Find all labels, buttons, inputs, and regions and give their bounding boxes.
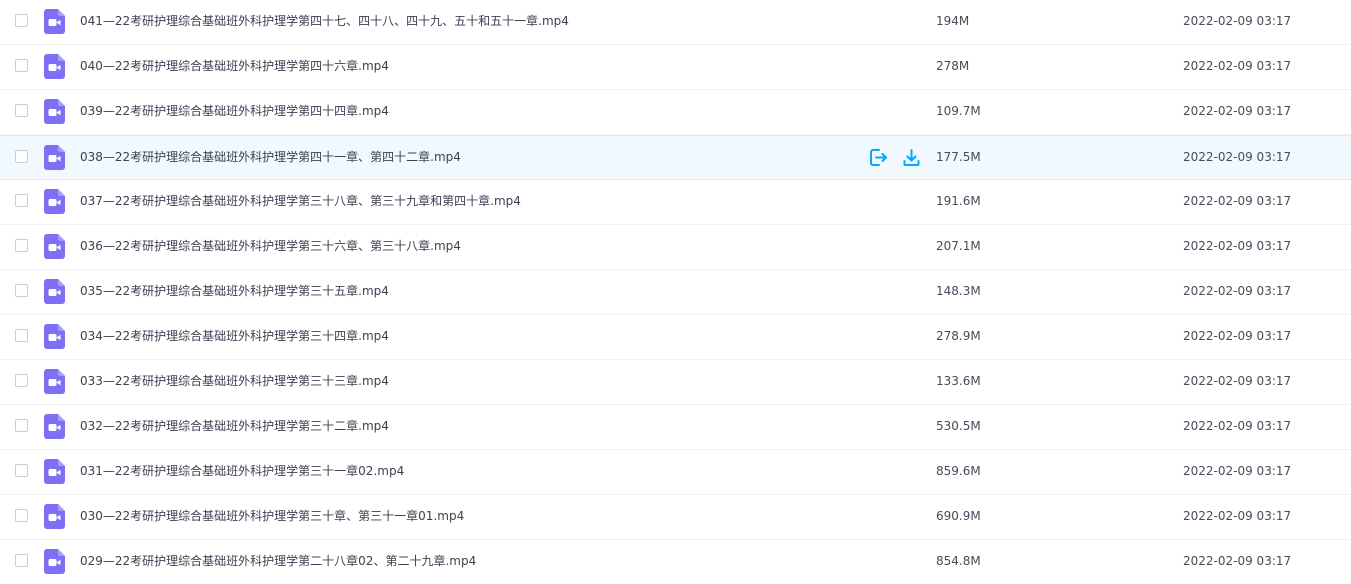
file-size: 109.7M xyxy=(936,104,981,118)
video-file-icon xyxy=(44,549,65,574)
file-name[interactable]: 038—22考研护理综合基础班外科护理学第四十一章、第四十二章.mp4 xyxy=(80,149,461,165)
video-file-icon xyxy=(44,54,65,79)
file-row[interactable]: 037—22考研护理综合基础班外科护理学第三十八章、第三十九章和第四十章.mp4… xyxy=(0,180,1351,225)
file-row[interactable]: 034—22考研护理综合基础班外科护理学第三十四章.mp4 278.9M 202… xyxy=(0,315,1351,360)
file-name[interactable]: 029—22考研护理综合基础班外科护理学第二十八章02、第二十九章.mp4 xyxy=(80,553,476,569)
row-checkbox[interactable] xyxy=(15,194,28,207)
file-name[interactable]: 041—22考研护理综合基础班外科护理学第四十七、四十八、四十九、五十和五十一章… xyxy=(80,13,569,29)
video-file-icon xyxy=(44,279,65,304)
file-size: 191.6M xyxy=(936,194,981,208)
file-row[interactable]: 036—22考研护理综合基础班外科护理学第三十六章、第三十八章.mp4 207.… xyxy=(0,225,1351,270)
file-size: 207.1M xyxy=(936,239,981,253)
file-size: 859.6M xyxy=(936,464,981,478)
file-name[interactable]: 030—22考研护理综合基础班外科护理学第三十章、第三十一章01.mp4 xyxy=(80,508,464,524)
file-modified-date: 2022-02-09 03:17 xyxy=(1183,150,1292,164)
row-checkbox[interactable] xyxy=(15,374,28,387)
row-checkbox[interactable] xyxy=(15,509,28,522)
file-name[interactable]: 040—22考研护理综合基础班外科护理学第四十六章.mp4 xyxy=(80,58,389,74)
file-modified-date: 2022-02-09 03:17 xyxy=(1183,239,1292,253)
file-size: 854.8M xyxy=(936,554,981,568)
file-modified-date: 2022-02-09 03:17 xyxy=(1183,329,1292,343)
file-name[interactable]: 035—22考研护理综合基础班外科护理学第三十五章.mp4 xyxy=(80,283,389,299)
file-modified-date: 2022-02-09 03:17 xyxy=(1183,284,1292,298)
file-modified-date: 2022-02-09 03:17 xyxy=(1183,59,1292,73)
row-checkbox[interactable] xyxy=(15,284,28,297)
row-checkbox[interactable] xyxy=(15,14,28,27)
file-row[interactable]: 039—22考研护理综合基础班外科护理学第四十四章.mp4 109.7M 202… xyxy=(0,90,1351,135)
row-checkbox[interactable] xyxy=(15,150,28,163)
row-checkbox[interactable] xyxy=(15,419,28,432)
file-modified-date: 2022-02-09 03:17 xyxy=(1183,554,1292,568)
video-file-icon xyxy=(44,145,65,170)
file-modified-date: 2022-02-09 03:17 xyxy=(1183,14,1292,28)
row-checkbox[interactable] xyxy=(15,104,28,117)
file-size: 530.5M xyxy=(936,419,981,433)
file-row[interactable]: 030—22考研护理综合基础班外科护理学第三十章、第三十一章01.mp4 690… xyxy=(0,495,1351,540)
file-size: 133.6M xyxy=(936,374,981,388)
file-name[interactable]: 037—22考研护理综合基础班外科护理学第三十八章、第三十九章和第四十章.mp4 xyxy=(80,193,521,209)
download-icon[interactable] xyxy=(901,147,922,168)
file-size: 690.9M xyxy=(936,509,981,523)
video-file-icon xyxy=(44,324,65,349)
move-to-icon[interactable] xyxy=(868,147,889,168)
file-modified-date: 2022-02-09 03:17 xyxy=(1183,104,1292,118)
file-row[interactable]: 035—22考研护理综合基础班外科护理学第三十五章.mp4 148.3M 202… xyxy=(0,270,1351,315)
file-row[interactable]: 032—22考研护理综合基础班外科护理学第三十二章.mp4 530.5M 202… xyxy=(0,405,1351,450)
row-checkbox[interactable] xyxy=(15,554,28,567)
video-file-icon xyxy=(44,99,65,124)
row-checkbox[interactable] xyxy=(15,464,28,477)
file-row[interactable]: 031—22考研护理综合基础班外科护理学第三十一章02.mp4 859.6M 2… xyxy=(0,450,1351,495)
file-list: 041—22考研护理综合基础班外科护理学第四十七、四十八、四十九、五十和五十一章… xyxy=(0,0,1351,584)
video-file-icon xyxy=(44,459,65,484)
file-modified-date: 2022-02-09 03:17 xyxy=(1183,374,1292,388)
file-name[interactable]: 036—22考研护理综合基础班外科护理学第三十六章、第三十八章.mp4 xyxy=(80,238,461,254)
file-size: 278M xyxy=(936,59,970,73)
file-modified-date: 2022-02-09 03:17 xyxy=(1183,419,1292,433)
row-actions xyxy=(868,147,922,169)
file-row[interactable]: 038—22考研护理综合基础班外科护理学第四十一章、第四十二章.mp4 177.… xyxy=(0,135,1351,180)
file-size: 278.9M xyxy=(936,329,981,343)
video-file-icon xyxy=(44,414,65,439)
video-file-icon xyxy=(44,189,65,214)
file-name[interactable]: 034—22考研护理综合基础班外科护理学第三十四章.mp4 xyxy=(80,328,389,344)
file-name[interactable]: 031—22考研护理综合基础班外科护理学第三十一章02.mp4 xyxy=(80,463,404,479)
file-name[interactable]: 039—22考研护理综合基础班外科护理学第四十四章.mp4 xyxy=(80,103,389,119)
file-modified-date: 2022-02-09 03:17 xyxy=(1183,464,1292,478)
file-size: 194M xyxy=(936,14,970,28)
file-name[interactable]: 033—22考研护理综合基础班外科护理学第三十三章.mp4 xyxy=(80,373,389,389)
file-row[interactable]: 040—22考研护理综合基础班外科护理学第四十六章.mp4 278M 2022-… xyxy=(0,45,1351,90)
video-file-icon xyxy=(44,234,65,259)
file-row[interactable]: 029—22考研护理综合基础班外科护理学第二十八章02、第二十九章.mp4 85… xyxy=(0,540,1351,584)
file-size: 148.3M xyxy=(936,284,981,298)
file-modified-date: 2022-02-09 03:17 xyxy=(1183,194,1292,208)
file-modified-date: 2022-02-09 03:17 xyxy=(1183,509,1292,523)
row-checkbox[interactable] xyxy=(15,59,28,72)
file-row[interactable]: 041—22考研护理综合基础班外科护理学第四十七、四十八、四十九、五十和五十一章… xyxy=(0,0,1351,45)
video-file-icon xyxy=(44,9,65,34)
row-checkbox[interactable] xyxy=(15,239,28,252)
file-size: 177.5M xyxy=(936,150,981,164)
file-row[interactable]: 033—22考研护理综合基础班外科护理学第三十三章.mp4 133.6M 202… xyxy=(0,360,1351,405)
video-file-icon xyxy=(44,369,65,394)
file-name[interactable]: 032—22考研护理综合基础班外科护理学第三十二章.mp4 xyxy=(80,418,389,434)
row-checkbox[interactable] xyxy=(15,329,28,342)
video-file-icon xyxy=(44,504,65,529)
